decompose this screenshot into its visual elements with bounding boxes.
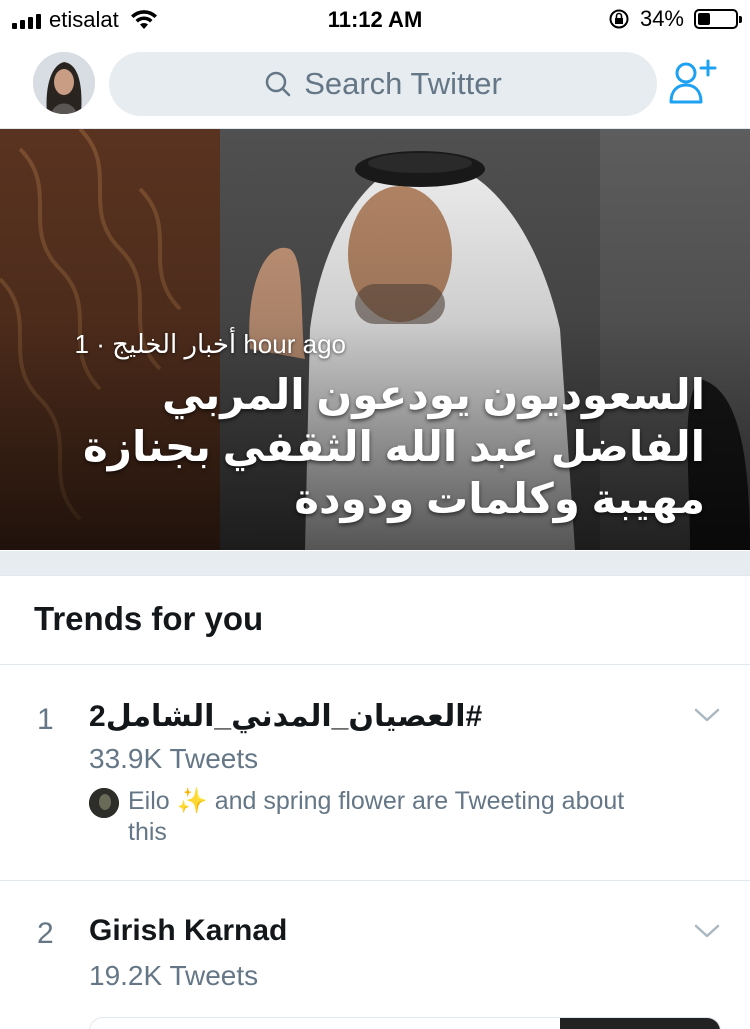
avatar-image: [33, 52, 95, 114]
trend-item[interactable]: 1 #العصيان_المدني_الشامل2 33.9K Tweets E…: [0, 665, 750, 881]
chevron-down-icon[interactable]: [694, 923, 720, 939]
wifi-icon: [130, 10, 157, 29]
trend-rank: 2: [37, 917, 54, 950]
news-source: أخبار الخليج: [112, 329, 237, 359]
status-right: 34%: [608, 6, 742, 32]
twitter-explore-screen: etisalat 11:12 AM 34% Search Twitter أخب…: [0, 0, 750, 1029]
battery-fill: [698, 13, 711, 25]
search-placeholder: Search Twitter: [304, 66, 502, 101]
add-user-icon[interactable]: [668, 58, 720, 106]
carrier-name: etisalat: [49, 7, 119, 32]
trend-tweet-count: 33.9K Tweets: [89, 743, 259, 774]
rotation-lock-icon: [609, 9, 629, 29]
context-text: Eilo ✨ and spring flower are Tweeting ab…: [128, 787, 625, 846]
trend-name: Girish Karnad: [89, 914, 288, 947]
battery-percent: 34%: [639, 6, 684, 31]
context-avatar: [89, 788, 119, 818]
meta-separator: ·: [89, 329, 113, 359]
trend-name: #العصيان_المدني_الشامل2: [89, 700, 483, 733]
trend-tweet-count: 19.2K Tweets: [89, 960, 259, 991]
battery-icon: [694, 9, 742, 29]
trend-social-context: Eilo ✨ and spring flower are Tweeting ab…: [89, 786, 649, 848]
trends-header: Trends for you: [0, 576, 750, 665]
chevron-down-icon[interactable]: [694, 707, 720, 723]
trend-rank: 1: [37, 703, 54, 736]
search-input[interactable]: Search Twitter: [109, 52, 657, 116]
featured-news-card[interactable]: أخبار الخليج · 1 hour ago السعوديون يودع…: [0, 129, 750, 550]
top-header: Search Twitter: [0, 40, 750, 129]
trend-media-card[interactable]: [89, 1017, 721, 1029]
status-bar: etisalat 11:12 AM 34%: [0, 0, 750, 40]
trends-title: Trends for you: [34, 600, 264, 637]
search-icon: [265, 71, 291, 97]
signal-icon: [12, 11, 41, 29]
trend-media-thumbnail: [560, 1018, 720, 1029]
section-divider: [0, 551, 750, 576]
profile-avatar[interactable]: [33, 52, 95, 114]
status-left: etisalat: [12, 7, 159, 33]
trend-item[interactable]: 2 Girish Karnad 19.2K Tweets: [0, 881, 750, 1029]
news-headline: السعوديون يودعون المربي الفاضل عبد الله …: [83, 371, 705, 522]
news-meta: أخبار الخليج · 1 hour ago: [75, 329, 346, 360]
